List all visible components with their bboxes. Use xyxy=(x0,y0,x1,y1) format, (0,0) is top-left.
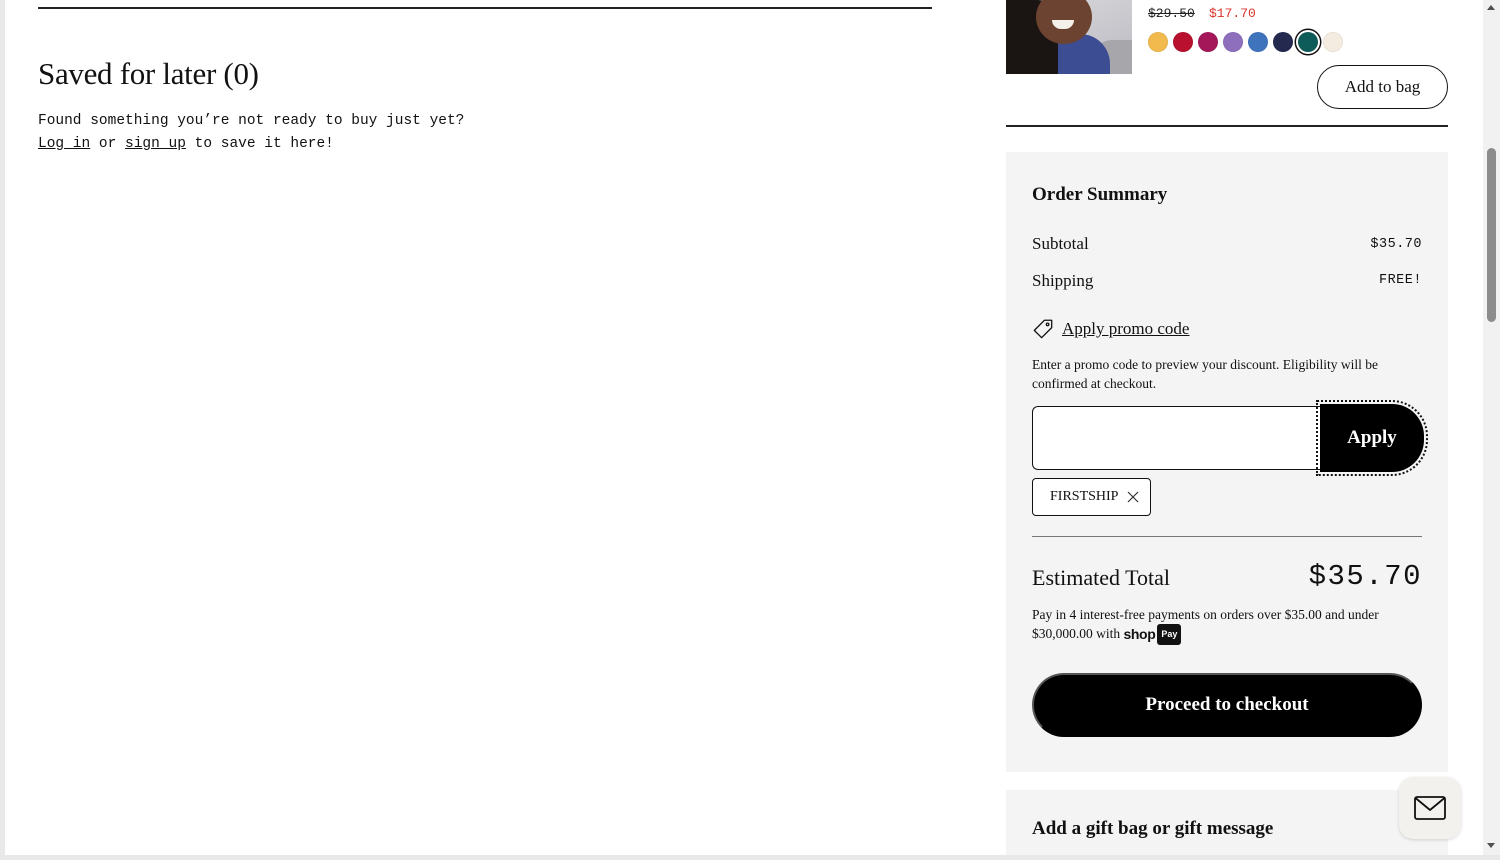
window-frame-bottom xyxy=(0,855,1500,860)
scroll-down-arrow[interactable] xyxy=(1487,843,1495,848)
applied-promo-code: FIRSTSHIP xyxy=(1050,489,1119,504)
promo-help-text: Enter a promo code to preview your disco… xyxy=(1032,357,1379,391)
price-tag-icon xyxy=(1033,319,1053,339)
scroll-up-arrow[interactable] xyxy=(1487,5,1495,10)
vertical-scrollbar[interactable] xyxy=(1483,0,1500,855)
saved-for-later-title: Saved for later (0) xyxy=(38,56,259,91)
color-swatch[interactable] xyxy=(1198,32,1218,52)
subtotal-label: Subtotal xyxy=(1032,234,1089,253)
summary-divider xyxy=(1032,536,1422,537)
color-swatch[interactable] xyxy=(1173,32,1193,52)
scrollbar-thumb[interactable] xyxy=(1487,148,1496,322)
proceed-to-checkout-button[interactable]: Proceed to checkout xyxy=(1032,673,1422,737)
close-icon[interactable] xyxy=(1126,490,1140,504)
promo-code-input[interactable] xyxy=(1032,406,1322,470)
order-summary-panel: Order Summary Subtotal $35.70 Shipping F… xyxy=(1006,152,1448,772)
shop-pay-installments-text: Pay in 4 interest-free payments on order… xyxy=(1032,605,1424,645)
log-in-link[interactable]: Log in xyxy=(38,136,90,152)
estimated-total-label: Estimated Total xyxy=(1032,565,1170,590)
apply-promo-button[interactable]: Apply xyxy=(1316,400,1428,476)
shop-pay-logo: shop Pay xyxy=(1124,624,1182,645)
mail-icon xyxy=(1414,796,1446,820)
color-swatch[interactable] xyxy=(1273,32,1293,52)
applied-promo-chip: FIRSTSHIP xyxy=(1032,478,1152,516)
shop-pay-message: Pay in 4 interest-free payments on order… xyxy=(1032,607,1379,641)
product-image[interactable] xyxy=(1006,0,1132,74)
estimated-total-value: $35.70 xyxy=(1308,560,1422,593)
color-swatch[interactable] xyxy=(1298,32,1318,52)
order-summary-title: Order Summary xyxy=(1032,184,1168,205)
color-swatch[interactable] xyxy=(1323,32,1343,52)
shipping-value: FREE! xyxy=(1378,273,1422,288)
or-text: or xyxy=(90,136,126,152)
apply-promo-code-link[interactable]: Apply promo code xyxy=(1032,318,1189,340)
saved-message-line2: Log in or sign up to save it here! xyxy=(38,133,464,156)
color-swatch[interactable] xyxy=(1248,32,1268,52)
gift-options-panel[interactable]: Add a gift bag or gift message xyxy=(1006,790,1448,855)
color-swatch[interactable] xyxy=(1148,32,1168,52)
contact-button[interactable] xyxy=(1399,777,1461,839)
shop-pay-badge: Pay xyxy=(1157,624,1182,645)
subtotal-value: $35.70 xyxy=(1370,237,1422,252)
original-price: $29.50 xyxy=(1148,6,1195,21)
saved-message-line1: Found something you’re not ready to buy … xyxy=(38,113,465,129)
product-divider xyxy=(1006,125,1448,127)
section-divider xyxy=(38,7,932,9)
saved-for-later-message: Found something you’re not ready to buy … xyxy=(38,110,464,156)
color-swatch[interactable] xyxy=(1223,32,1243,52)
shipping-label: Shipping xyxy=(1032,271,1094,290)
sign-up-link[interactable]: sign up xyxy=(125,136,186,152)
save-tail-text: to save it here! xyxy=(185,136,334,152)
sale-price: $17.70 xyxy=(1209,6,1256,21)
window-frame-left xyxy=(0,0,5,860)
add-to-bag-button[interactable]: Add to bag xyxy=(1317,65,1448,109)
shop-pay-brand: shop xyxy=(1123,626,1156,642)
color-swatches xyxy=(1148,32,1343,52)
apply-promo-code-label: Apply promo code xyxy=(1062,319,1190,338)
gift-options-title: Add a gift bag or gift message xyxy=(1032,818,1274,839)
